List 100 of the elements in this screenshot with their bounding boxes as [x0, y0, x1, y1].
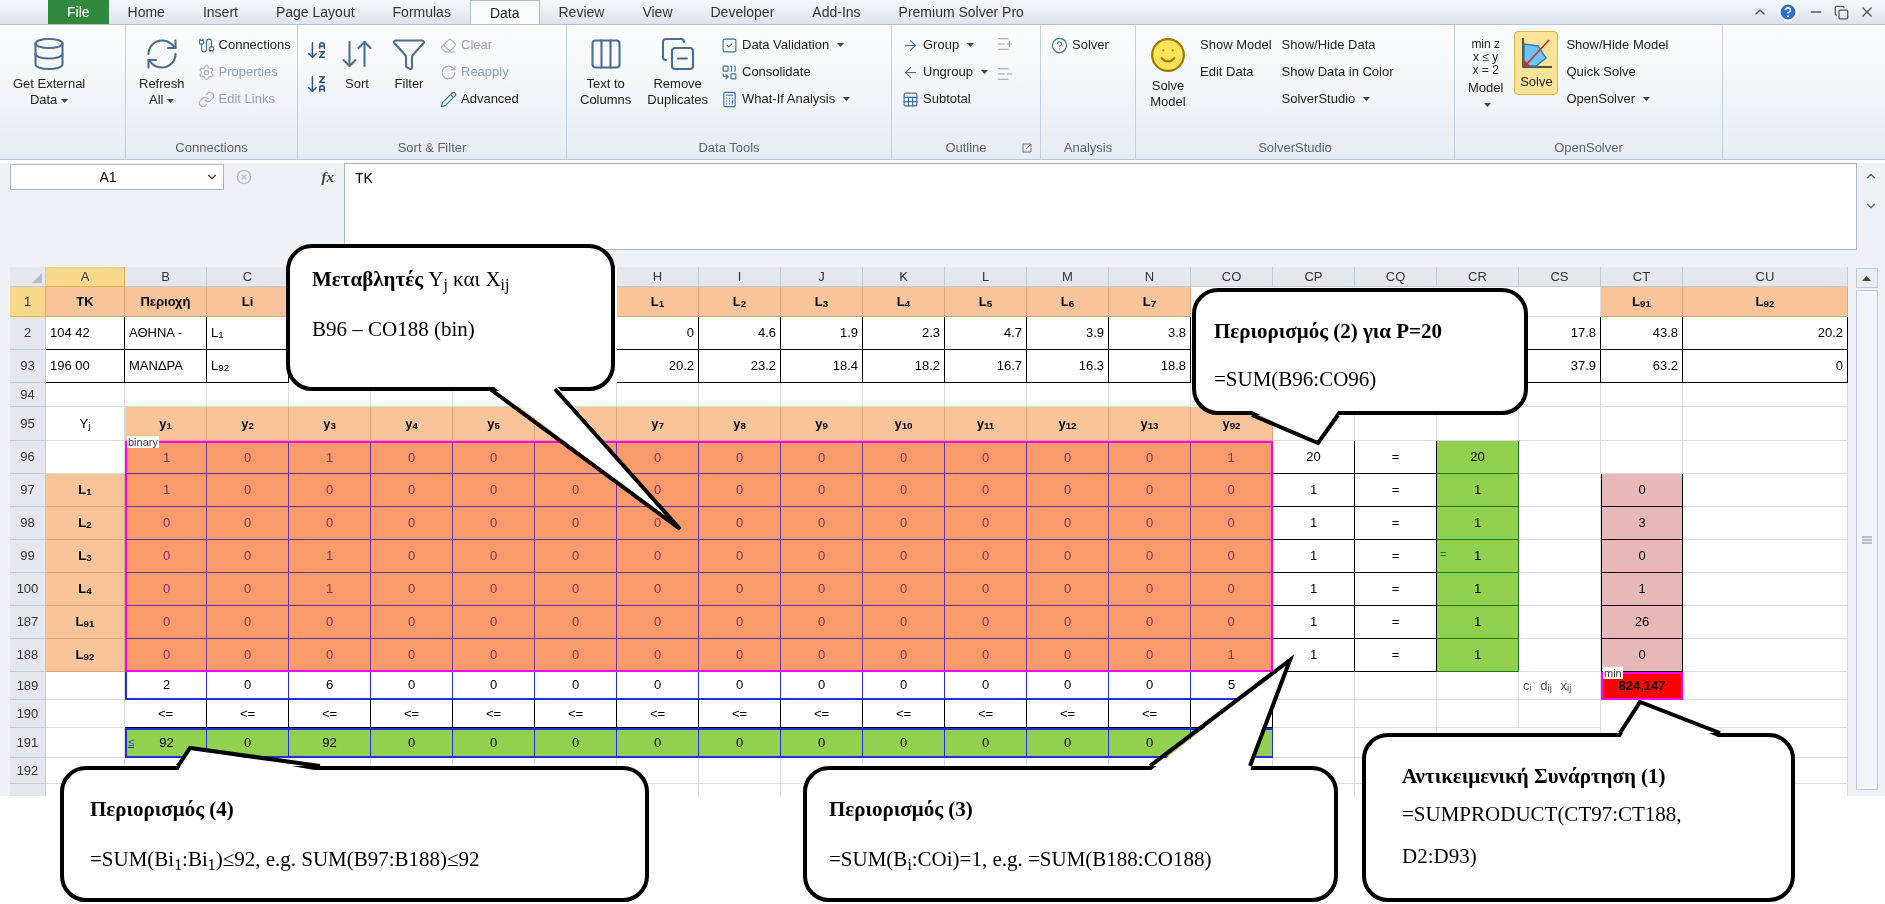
ribbon-button[interactable]: Text to Columns [575, 31, 637, 113]
row-header[interactable]: 191 [10, 728, 46, 758]
ribbon-button[interactable]: SolverStudio [1279, 87, 1396, 111]
table-cell: 0 [699, 639, 781, 672]
table-cell: 0 [699, 441, 781, 474]
ribbon-tab[interactable]: Home [108, 0, 184, 24]
table-cell: <= [453, 700, 535, 728]
row-header[interactable]: 188 [10, 639, 46, 672]
table-cell: 3 [1601, 507, 1683, 540]
column-header[interactable]: H [617, 267, 699, 287]
table-cell: L$_{3}$ [781, 287, 863, 317]
ribbon-button[interactable]: Ungroup [900, 60, 990, 84]
table-cell: 2 [125, 672, 207, 700]
function-button[interactable]: fx [321, 165, 334, 189]
table-cell: 0 [863, 573, 945, 606]
column-header[interactable]: B [125, 267, 207, 287]
row-header[interactable]: 96 [10, 441, 46, 474]
name-box[interactable]: A1 [10, 164, 224, 190]
row-header[interactable]: 189 [10, 672, 46, 700]
ribbon-button[interactable]: Quick Solve [1564, 60, 1671, 84]
column-header[interactable]: J [781, 267, 863, 287]
ribbon-tab[interactable]: File [48, 0, 109, 24]
column-header[interactable]: K [863, 267, 945, 287]
ribbon-button[interactable]: Solve Model [1144, 31, 1192, 115]
ribbon-button[interactable]: min z x ≤ y x = 2 Model [1463, 31, 1509, 117]
table-cell: 26 [1601, 606, 1683, 639]
table-cell: <= [863, 700, 945, 728]
ribbon-button[interactable]: Data Validation [719, 33, 853, 57]
row-header[interactable]: 1 [10, 287, 46, 317]
table-cell: TK [46, 287, 125, 317]
table-cell: 0 [1109, 441, 1191, 474]
ribbon-button[interactable]: Subtotal [900, 87, 990, 111]
table-cell: 0 [453, 441, 535, 474]
column-header[interactable]: A [46, 267, 125, 287]
row-header[interactable]: 190 [10, 700, 46, 728]
ribbon-button[interactable]: Sort [334, 31, 380, 97]
ribbon-button[interactable]: Show Model [1198, 33, 1274, 57]
row-header[interactable]: 192 [10, 758, 46, 784]
column-header[interactable]: CO [1191, 267, 1273, 287]
ribbon-button[interactable]: Show Data in Color [1279, 60, 1396, 84]
ribbon-button[interactable]: What-If Analysis [719, 87, 853, 111]
table-cell: 1 [1437, 474, 1519, 507]
column-header[interactable]: C [207, 267, 289, 287]
table-cell: <= [1027, 700, 1109, 728]
ribbon-tab[interactable]: Page Layout [256, 0, 374, 24]
column-header[interactable]: I [699, 267, 781, 287]
ribbon-button[interactable]: OpenSolver [1564, 87, 1671, 111]
group-label: Analysis [1063, 139, 1113, 158]
ribbon-tab[interactable]: Developer [691, 0, 794, 24]
column-header[interactable]: L [945, 267, 1027, 287]
ribbon-button[interactable]: Solve [1514, 31, 1559, 95]
table-cell: 0 [371, 672, 453, 700]
column-header[interactable]: CS [1519, 267, 1601, 287]
ribbon-button[interactable]: Refresh All [134, 31, 190, 113]
ribbon-button[interactable]: Edit Data [1198, 60, 1274, 84]
ribbon-tab[interactable]: Add-Ins [793, 0, 880, 24]
ribbon-button[interactable]: Show/Hide Model [1564, 33, 1671, 57]
ribbon-tab[interactable]: Review [539, 0, 624, 24]
table-cell: 0 [1027, 441, 1109, 474]
ribbon-button[interactable]: Consolidate [719, 60, 853, 84]
ribbon-tab[interactable]: Formulas [373, 0, 470, 24]
row-header[interactable]: 2 [10, 317, 46, 350]
ribbon-button[interactable]: Show/Hide Data [1279, 33, 1396, 57]
ribbon-button[interactable]: Solver [1049, 33, 1111, 57]
column-header[interactable]: CT [1601, 267, 1683, 287]
table-cell: 0 [1027, 573, 1109, 606]
column-header[interactable]: M [1027, 267, 1109, 287]
column-header[interactable]: N [1109, 267, 1191, 287]
row-header[interactable]: 95 [10, 407, 46, 441]
row-header[interactable]: 99 [10, 540, 46, 573]
ribbon-tab[interactable]: Premium Solver Pro [879, 0, 1043, 24]
row-header[interactable]: 93 [10, 350, 46, 383]
row-header[interactable]: 187 [10, 606, 46, 639]
row-header[interactable]: 94 [10, 383, 46, 407]
table-cell: 0 [207, 507, 289, 540]
row-header[interactable]: 98 [10, 507, 46, 540]
ribbon-button[interactable]: Connections [195, 33, 293, 57]
column-header[interactable]: CP [1273, 267, 1355, 287]
row-header[interactable]: 97 [10, 474, 46, 507]
row-header[interactable]: 100 [10, 573, 46, 606]
table-cell: 0 [1027, 474, 1109, 507]
table-cell: 0 [453, 573, 535, 606]
table-cell: 16.7 [945, 350, 1027, 383]
table-cell: 0 [863, 728, 945, 758]
ribbon-tab[interactable]: Insert [183, 0, 257, 24]
ribbon-button[interactable]: Group [900, 33, 990, 57]
column-header[interactable]: CQ [1355, 267, 1437, 287]
table-cell: 0 [207, 639, 289, 672]
ribbon-button[interactable]: Advanced [438, 87, 521, 111]
callout-title: Περιορισμός (4) [90, 796, 235, 822]
ribbon-tab[interactable]: View [623, 0, 692, 24]
column-header[interactable]: CR [1437, 267, 1519, 287]
column-header[interactable]: CU [1683, 267, 1848, 287]
ribbon-button[interactable]: Remove Duplicates [642, 31, 713, 113]
formula-field[interactable]: TK [344, 163, 1857, 250]
table-cell: 20 [1437, 441, 1519, 474]
ribbon-button[interactable]: Get External Data [8, 31, 91, 113]
table-cell: <= [1109, 700, 1191, 728]
ribbon-tab[interactable]: Data [469, 0, 540, 24]
ribbon-button[interactable]: Filter [386, 31, 432, 97]
